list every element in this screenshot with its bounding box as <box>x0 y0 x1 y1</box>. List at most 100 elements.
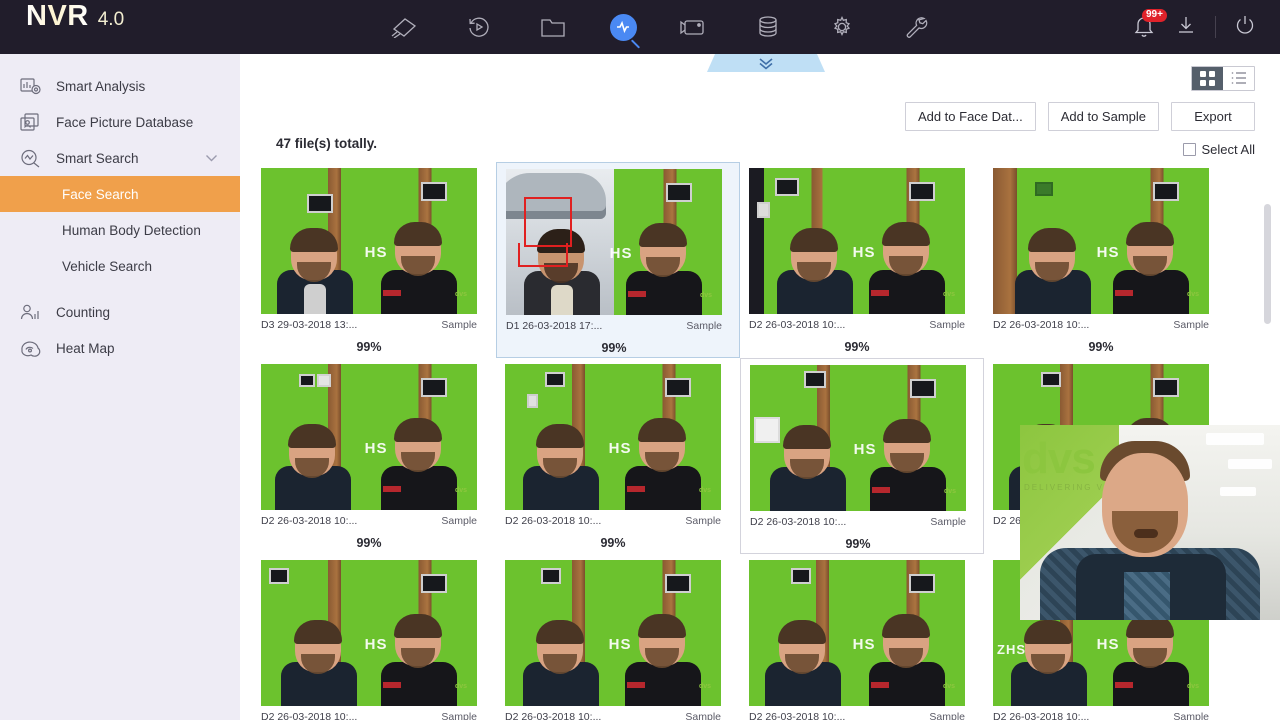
result-card[interactable]: dvs HS D2 26-03-2018 10:... Sample 99% <box>740 162 984 358</box>
add-to-sample-button[interactable]: Add to Sample <box>1047 101 1159 131</box>
result-thumbnail[interactable]: dvs HS <box>261 560 477 706</box>
sample-face-image: dvs <box>369 560 477 706</box>
result-card[interactable]: dvs HS D1 26-03-2018 17:... Sample 99% <box>496 162 740 358</box>
sample-face-image: dvs <box>1101 168 1209 314</box>
result-thumbnail[interactable]: dvs HS <box>505 560 721 706</box>
result-card[interactable]: dvs HS D2 26-03-2018 10:... Sample 99% <box>252 358 496 554</box>
hs-overlay-text: HS <box>853 440 877 458</box>
dvs-watermark: dvs <box>454 487 467 494</box>
sample-face-image: dvs <box>614 169 722 315</box>
result-card[interactable]: dvs HS D2 26-03-2018 10:... Sample 99% <box>740 358 984 554</box>
dvs-watermark: dvs <box>942 683 955 690</box>
file-folder-icon[interactable] <box>536 10 570 44</box>
dvs-watermark: dvs <box>454 683 467 690</box>
results-scrollbar[interactable] <box>1264 204 1271 324</box>
header-divider <box>1215 16 1216 38</box>
camera-icon[interactable] <box>388 10 422 44</box>
channel-timestamp-label: D2 26-03-2018 10:... <box>261 711 358 720</box>
sidebar-item-face-picture-database[interactable]: Face Picture Database <box>0 104 240 140</box>
sidebar-item-counting[interactable]: Counting <box>0 294 240 330</box>
dvs-watermark: dvs <box>698 487 711 494</box>
sidebar-item-label: Face Search <box>62 186 139 202</box>
dvs-logo: dvs <box>1022 434 1096 483</box>
dvs-watermark: dvs <box>942 291 955 298</box>
result-card[interactable]: dvs HS D2 26-03-2018 10:... Sample 99% <box>496 554 740 720</box>
result-card[interactable]: dvs HS D2 26-03-2018 10:... Sample 99% <box>496 358 740 554</box>
captured-face-image <box>261 560 369 706</box>
playback-icon[interactable] <box>462 10 496 44</box>
result-card[interactable]: dvs HS D2 26-03-2018 10:... Sample 99% <box>252 554 496 720</box>
result-thumbnail[interactable]: dvs HS <box>750 365 966 511</box>
download-icon[interactable] <box>1175 14 1197 41</box>
sample-face-image: dvs <box>857 168 965 314</box>
similarity-value: 99% <box>845 537 871 551</box>
settings-gear-icon[interactable] <box>825 10 859 44</box>
channel-timestamp-label: D1 26-03-2018 17:... <box>506 320 603 332</box>
sample-label: Sample <box>1173 711 1209 720</box>
recording-icon[interactable] <box>677 10 711 44</box>
main-content-area: Add to Face Dat... Add to Sample Export … <box>240 54 1280 720</box>
presenter-mouth <box>1134 529 1158 538</box>
heat-map-icon <box>18 337 42 359</box>
brand-version: 4.0 <box>97 9 125 30</box>
sidebar-item-human-body-detection[interactable]: Human Body Detection <box>0 212 240 248</box>
sample-label: Sample <box>685 515 721 527</box>
result-caption: D2 26-03-2018 10:... Sample <box>261 708 477 720</box>
dvs-watermark: dvs <box>1186 291 1199 298</box>
sidebar-item-face-search[interactable]: Face Search <box>0 176 240 212</box>
result-thumbnail[interactable]: dvs HS <box>506 169 722 315</box>
select-all-row[interactable]: Select All <box>240 136 1280 162</box>
view-toolbar <box>240 60 1280 96</box>
storage-icon[interactable] <box>751 10 785 44</box>
sidebar-item-smart-analysis[interactable]: Smart Analysis <box>0 68 240 104</box>
sidebar-item-label: Face Picture Database <box>56 114 194 130</box>
sidebar-item-label: Counting <box>56 304 111 320</box>
similarity-value: 99% <box>356 536 382 550</box>
grid-view-button[interactable] <box>1192 66 1223 90</box>
header-nav-icons <box>240 0 1080 54</box>
sidebar-item-smart-search[interactable]: Smart Search <box>0 140 240 176</box>
counting-icon <box>18 301 42 323</box>
result-thumbnail[interactable]: dvs HS <box>261 168 477 314</box>
select-all-checkbox[interactable] <box>1182 142 1196 156</box>
result-card[interactable]: dvs HS D3 29-03-2018 13:... Sample 99% <box>252 162 496 358</box>
channel-timestamp-label: D3 29-03-2018 13:... <box>261 319 358 331</box>
view-mode-toggle <box>1191 65 1255 91</box>
result-thumbnail[interactable]: dvs HS <box>993 168 1209 314</box>
hs-overlay-text: HS <box>609 244 633 262</box>
channel-timestamp-label: D2 26-03-2018 10:... <box>749 319 846 331</box>
similarity-value: 99% <box>356 340 382 354</box>
channel-timestamp-label: D2 26-03-2018 10:... <box>261 515 358 527</box>
sidebar-item-heat-map[interactable]: Heat Map <box>0 330 240 366</box>
hs-overlay-text: HS <box>1096 243 1120 261</box>
result-caption: D2 26-03-2018 10:... Sample <box>993 316 1209 334</box>
export-button[interactable]: Export <box>1171 101 1255 131</box>
brand-name: NVR <box>26 0 89 32</box>
sample-label: Sample <box>441 515 477 527</box>
result-thumbnail[interactable]: dvs HS <box>505 364 721 510</box>
result-card[interactable]: dvs HS D2 26-03-2018 10:... Sample 99% <box>740 554 984 720</box>
list-view-button[interactable] <box>1223 66 1254 90</box>
hs-overlay-text: HS <box>852 243 876 261</box>
notification-bell-icon[interactable]: 99+ <box>1133 9 1167 40</box>
left-sidebar: Smart Analysis Face Picture Database Sma… <box>0 54 240 720</box>
hs-overlay-text: HS <box>608 635 632 653</box>
power-icon[interactable] <box>1234 14 1256 41</box>
sample-face-image: dvs <box>613 560 721 706</box>
smart-analysis-icon[interactable] <box>609 13 640 49</box>
result-caption: D2 26-03-2018 10:... Sample <box>505 512 721 530</box>
presenter-collar <box>1124 572 1170 620</box>
result-thumbnail[interactable]: dvs HS <box>749 560 965 706</box>
wrench-icon[interactable] <box>899 10 933 44</box>
sample-face-image: dvs <box>369 168 477 314</box>
result-thumbnail[interactable]: dvs HS <box>261 364 477 510</box>
result-card[interactable]: dvs HS D2 26-03-2018 10:... Sample 99% <box>984 162 1228 358</box>
result-thumbnail[interactable]: dvs HS <box>749 168 965 314</box>
add-to-face-database-button[interactable]: Add to Face Dat... <box>904 101 1036 131</box>
channel-timestamp-label: D2 26-03-2018 10:... <box>505 515 602 527</box>
face-database-icon <box>18 111 42 133</box>
sample-face-image: dvs <box>858 365 966 511</box>
result-caption: D2 26-03-2018 10:... Sample <box>261 512 477 530</box>
sidebar-item-vehicle-search[interactable]: Vehicle Search <box>0 248 240 284</box>
channel-timestamp-label: D2 26-03-2018 10:... <box>750 516 847 528</box>
